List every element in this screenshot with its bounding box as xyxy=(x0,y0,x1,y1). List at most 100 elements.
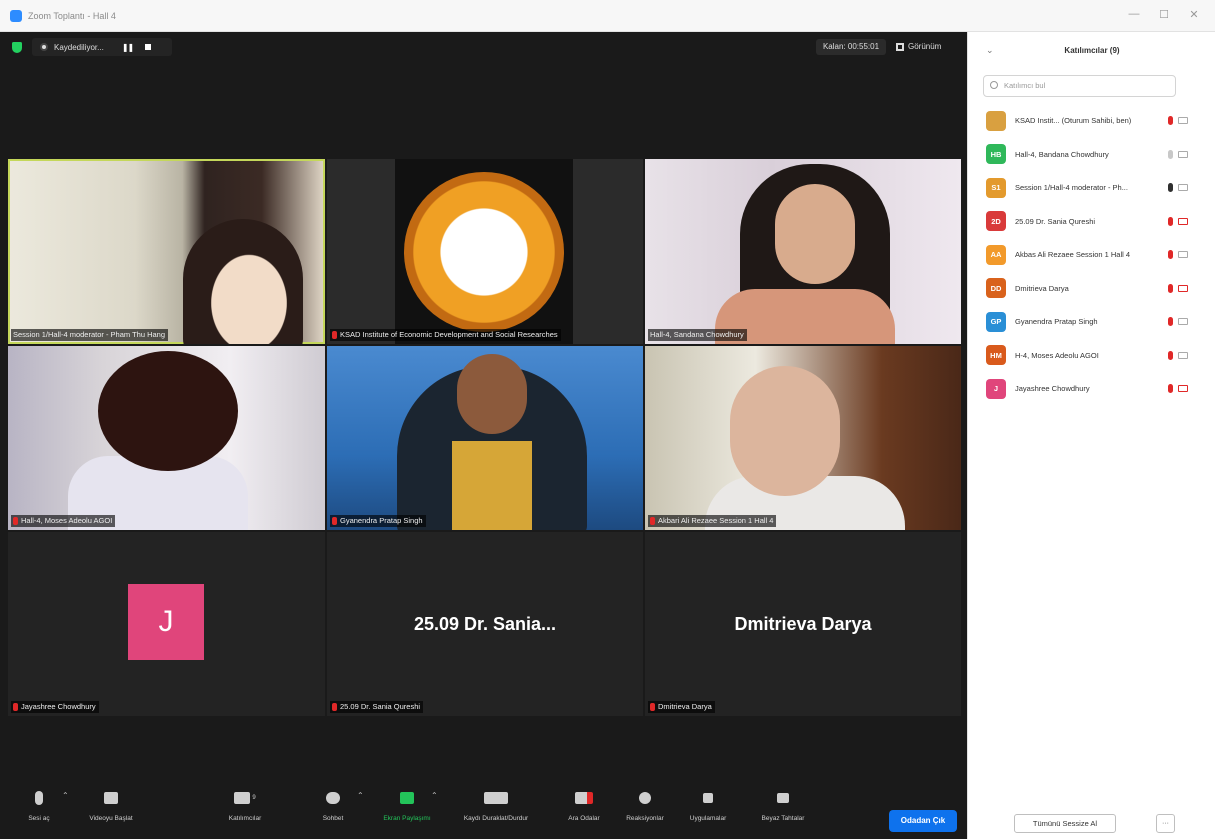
meeting-timer[interactable]: Kalan: 00:55:01 xyxy=(816,39,886,55)
video-tile[interactable]: Session 1/Hall-4 moderator - Pham Thu Ha… xyxy=(8,159,325,344)
start-video-label: Videoyu Başlat xyxy=(89,815,133,822)
participant-list-item[interactable]: J Jayashree Chowdhury xyxy=(968,372,1215,406)
camera-icon xyxy=(1178,251,1188,259)
start-video-button[interactable]: Videoyu Başlat xyxy=(76,789,146,822)
record-icon xyxy=(484,792,508,804)
participant-search-input[interactable]: Katılımcı bul xyxy=(983,75,1176,97)
participant-list-item[interactable]: S1 Session 1/Hall-4 moderator - Ph... xyxy=(968,171,1215,205)
participant-list-item[interactable]: GP Gyanendra Pratap Singh xyxy=(968,305,1215,339)
zoom-logo-icon xyxy=(10,9,22,22)
mic-muted-icon xyxy=(1168,384,1173,394)
close-button[interactable]: ✕ xyxy=(1186,8,1202,21)
meeting-area: Kaydediliyor... ❚❚ Kalan: 00:55:01 Görün… xyxy=(0,32,967,839)
participant-name-tag: Dmitrieva Darya xyxy=(648,701,715,713)
mic-muted-icon xyxy=(1168,283,1173,293)
title-bar: Zoom Toplantı - Hall 4 — ☐ ✕ xyxy=(0,0,1215,32)
participant-name: Hall-4, Bandana Chowdhury xyxy=(1015,149,1109,159)
grid-view-icon xyxy=(896,43,904,51)
participant-name-tag: Session 1/Hall-4 moderator - Pham Thu Ha… xyxy=(11,329,169,341)
participant-name-tag: 25.09 Dr. Sania Qureshi xyxy=(330,701,424,713)
participant-list-item[interactable]: 2D 25.09 Dr. Sania Qureshi xyxy=(968,205,1215,239)
mic-muted-icon xyxy=(1168,216,1173,226)
participant-video xyxy=(98,351,238,471)
avatar: 2D xyxy=(986,211,1006,232)
chevron-up-icon[interactable]: ⌃ xyxy=(62,791,69,800)
view-button[interactable]: Görünüm xyxy=(896,39,960,55)
participants-panel: ⌄ Katılımcılar (9) Katılımcı bul KSAD In… xyxy=(967,32,1215,839)
leave-button[interactable]: Odadan Çık xyxy=(889,810,957,832)
chevron-up-icon[interactable]: ⌃ xyxy=(357,791,364,800)
apps-button[interactable]: Uygulamalar xyxy=(673,789,743,822)
camera-icon xyxy=(1178,351,1188,359)
video-tile[interactable]: Akbari Ali Rezaee Session 1 Hall 4 xyxy=(645,346,961,530)
participant-name-tag: Jayashree Chowdhury xyxy=(11,701,99,713)
mic-muted-icon xyxy=(13,703,18,711)
participant-name: Gyanendra Pratap Singh xyxy=(1015,317,1098,327)
institute-logo xyxy=(395,159,573,344)
mic-muted-icon xyxy=(1168,250,1173,260)
participant-status-icons xyxy=(1168,183,1188,193)
avatar: J xyxy=(128,584,204,660)
participant-status-icons xyxy=(1168,216,1188,226)
participant-name: KSAD Instit... (Oturum Sahibi, ben) xyxy=(1015,116,1132,126)
record-button[interactable]: Kaydı Duraklat/Durdur xyxy=(461,789,531,822)
participant-name: Akbas Ali Rezaee Session 1 Hall 4 xyxy=(1015,250,1131,260)
participant-name-tag: Akbari Ali Rezaee Session 1 Hall 4 xyxy=(648,515,777,527)
recording-label: Kaydediliyor... xyxy=(54,42,104,52)
share-screen-icon xyxy=(400,792,414,804)
recording-dot-icon xyxy=(40,43,48,51)
mic-muted-icon xyxy=(35,791,43,805)
camera-icon xyxy=(1178,184,1188,192)
participant-body xyxy=(452,441,532,530)
avatar: AA xyxy=(986,244,1006,265)
chevron-up-icon[interactable]: ⌃ xyxy=(431,791,438,800)
camera-off-icon xyxy=(1178,217,1188,225)
participant-status-icons xyxy=(1168,317,1188,327)
participant-list: KSAD Instit... (Oturum Sahibi, ben) HB Hal… xyxy=(968,104,1215,406)
participant-name: H-4, Moses Adeolu AGOI xyxy=(1015,350,1099,360)
avatar: DD xyxy=(986,278,1006,299)
participant-face xyxy=(775,184,855,284)
video-tile[interactable]: 25.09 Dr. Sania... 25.09 Dr. Sania Qures… xyxy=(327,532,643,716)
video-tile[interactable]: Gyanendra Pratap Singh xyxy=(327,346,643,530)
participant-list-item[interactable]: DD Dmitrieva Darya xyxy=(968,272,1215,306)
video-tile[interactable]: J Jayashree Chowdhury xyxy=(8,532,325,716)
mic-muted-icon xyxy=(332,517,337,525)
video-tile[interactable]: Hall-4, Moses Adeolu AGOI xyxy=(8,346,325,530)
mute-all-button[interactable]: Tümünü Sessize Al xyxy=(1014,814,1116,833)
chat-icon xyxy=(326,792,340,804)
participant-video xyxy=(730,366,840,496)
participants-button[interactable]: 9 Katılımcılar xyxy=(210,789,280,822)
participant-video xyxy=(183,219,303,344)
panel-header: ⌄ Katılımcılar (9) xyxy=(968,32,1215,68)
whiteboard-button[interactable]: Beyaz Tahtalar xyxy=(748,789,818,822)
video-tile[interactable]: Hall-4, Sandana Chowdhury xyxy=(645,159,961,344)
mic-muted-icon xyxy=(1168,350,1173,360)
security-shield-icon[interactable] xyxy=(12,42,22,53)
more-options-button[interactable]: ··· xyxy=(1156,814,1175,833)
avatar xyxy=(986,110,1006,131)
participant-display-name: 25.09 Dr. Sania... xyxy=(413,613,557,634)
participant-name: Session 1/Hall-4 moderator - Ph... xyxy=(1015,183,1128,193)
participant-display-name: Dmitrieva Darya xyxy=(734,613,872,634)
record-label: Kaydı Duraklat/Durdur xyxy=(463,815,529,822)
minimize-button[interactable]: — xyxy=(1126,8,1142,20)
whiteboard-label: Beyaz Tahtalar xyxy=(761,815,805,822)
participant-face xyxy=(457,354,527,434)
participant-list-item[interactable]: KSAD Instit... (Oturum Sahibi, ben) xyxy=(968,104,1215,138)
video-tile[interactable]: KSAD Institute of Economic Development a… xyxy=(327,159,643,344)
participant-list-item[interactable]: HB Hall-4, Bandana Chowdhury xyxy=(968,138,1215,172)
stop-recording-icon[interactable] xyxy=(145,44,152,50)
breakout-rooms-button[interactable]: Ara Odalar xyxy=(549,789,619,822)
mic-muted-icon xyxy=(332,703,337,711)
participant-list-item[interactable]: AA Akbas Ali Rezaee Session 1 Hall 4 xyxy=(968,238,1215,272)
meeting-top-bar: Kaydediliyor... ❚❚ Kalan: 00:55:01 Görün… xyxy=(0,32,967,62)
video-tile[interactable]: Dmitrieva Darya Dmitrieva Darya xyxy=(645,532,961,716)
pause-recording-icon[interactable]: ❚❚ xyxy=(122,43,134,52)
maximize-button[interactable]: ☐ xyxy=(1156,8,1172,21)
participant-name-tag: Hall-4, Sandana Chowdhury xyxy=(648,329,747,341)
reactions-button[interactable]: Reaksiyonlar xyxy=(610,789,680,822)
mic-muted-icon xyxy=(650,703,655,711)
participant-list-item[interactable]: HM H-4, Moses Adeolu AGOI xyxy=(968,339,1215,373)
participant-name-tag: Gyanendra Pratap Singh xyxy=(330,515,426,527)
